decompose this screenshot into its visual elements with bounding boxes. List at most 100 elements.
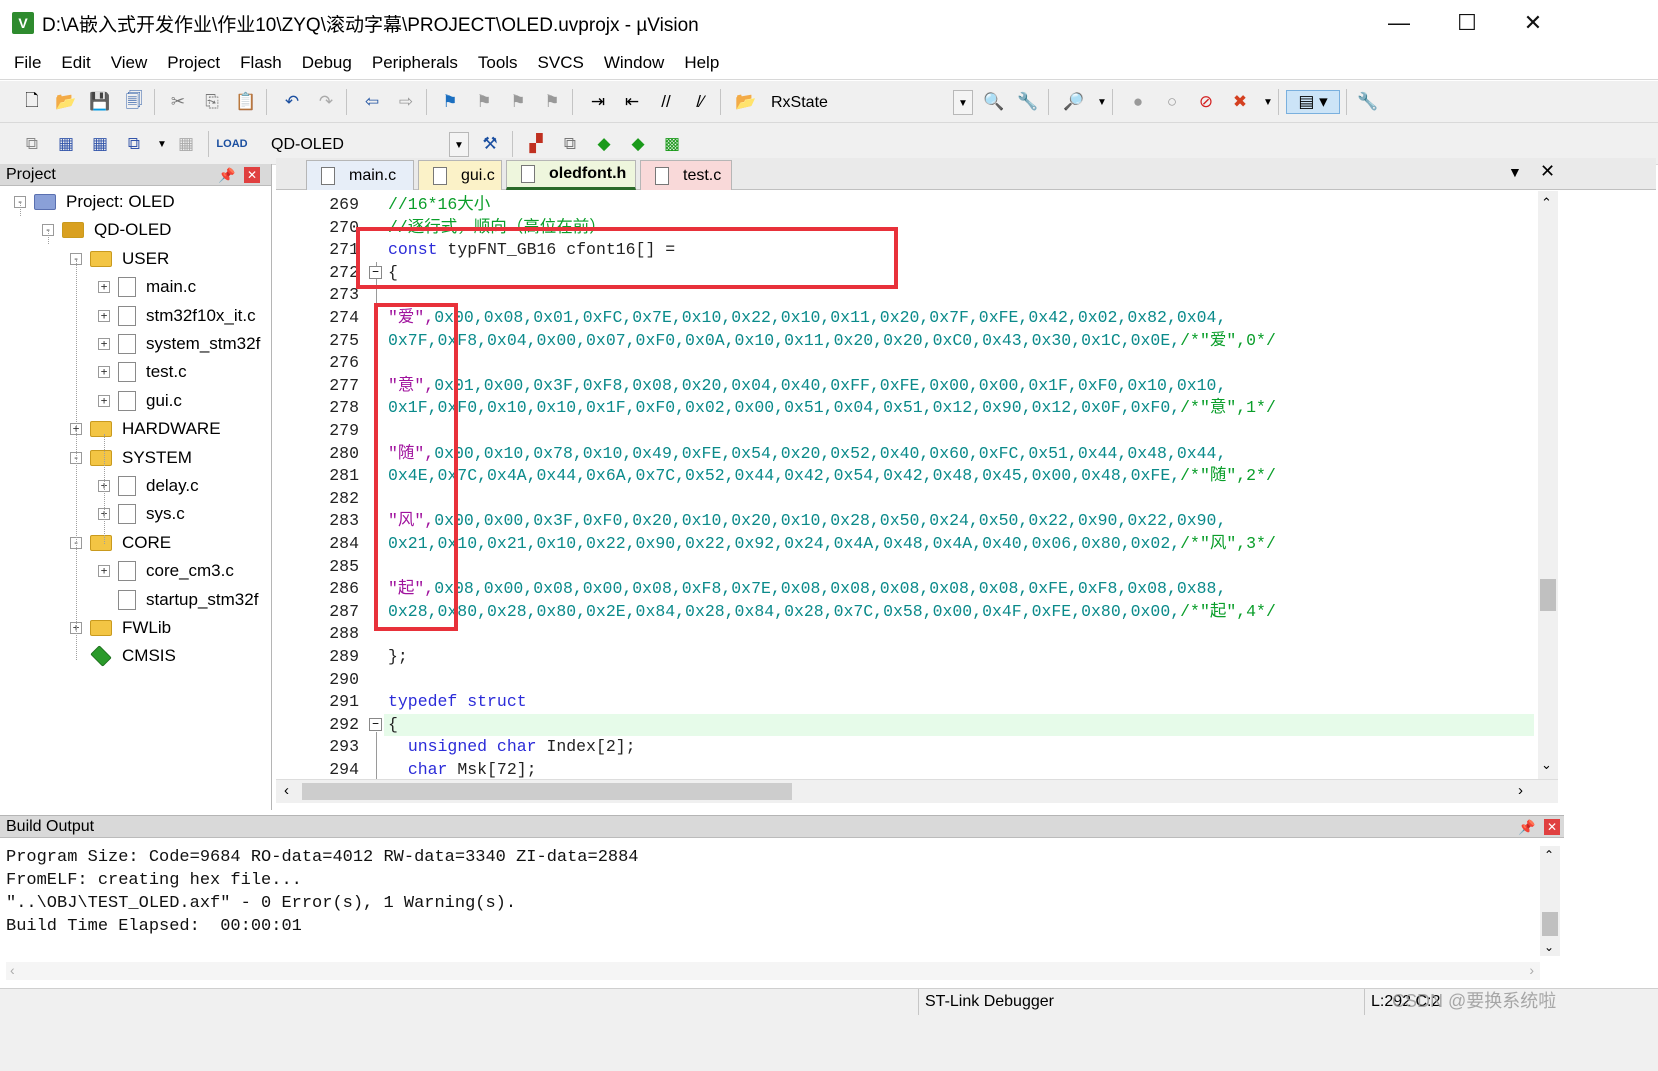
expand-icon[interactable]: + xyxy=(98,309,110,322)
redo-icon[interactable]: ↷ xyxy=(314,90,338,114)
batch-build-icon[interactable]: ⧉ xyxy=(122,132,146,156)
build-icon[interactable]: ▦ xyxy=(54,132,78,156)
incremental-find-icon[interactable]: 🔧 xyxy=(1016,90,1040,114)
tree-item-main-c[interactable]: + main.c xyxy=(98,273,196,301)
kill-breakpoints-icon[interactable]: ✖ xyxy=(1228,90,1252,114)
scroll-down-icon[interactable]: ⌄ xyxy=(1544,940,1554,954)
download-icon[interactable]: LOAD xyxy=(216,132,247,156)
code-line[interactable]: //16*16大小 xyxy=(388,194,490,217)
tree-item-system-stm32f[interactable]: + system_stm32f xyxy=(98,330,260,358)
tree-item-startup-stm32f[interactable]: startup_stm32f xyxy=(98,586,258,614)
chevron-down-icon[interactable]: ▼ xyxy=(1090,90,1114,114)
menu-window[interactable]: Window xyxy=(594,53,674,73)
tree-item-core-cm3-c[interactable]: + core_cm3.c xyxy=(98,557,234,585)
open-file-icon[interactable]: 📂 xyxy=(54,90,78,114)
comment-icon[interactable]: // xyxy=(654,90,678,114)
code-line[interactable]: unsigned char Index[2]; xyxy=(388,736,636,759)
new-file-icon[interactable]: 🗋 xyxy=(20,90,44,114)
next-bookmark-icon[interactable]: ⚑ xyxy=(506,90,530,114)
expand-icon[interactable]: + xyxy=(98,394,110,407)
tree-item-delay-c[interactable]: + delay.c xyxy=(98,472,199,500)
navigate-forward-icon[interactable]: ⇨ xyxy=(394,90,418,114)
close-icon[interactable]: ✕ xyxy=(244,167,260,183)
select-packs-icon[interactable]: ⧉ xyxy=(558,132,582,156)
code-line[interactable]: "风",0x00,0x00,0x3F,0xF0,0x20,0x10,0x20,0… xyxy=(388,510,1226,533)
pin-icon[interactable]: 📌 xyxy=(218,164,235,186)
scroll-thumb[interactable] xyxy=(1540,579,1556,611)
chevron-down-icon[interactable]: ▼ xyxy=(150,132,174,156)
tree-item-user[interactable]: - USER xyxy=(70,245,169,273)
editor-vertical-scrollbar[interactable]: ⌃ ⌄ xyxy=(1538,191,1558,779)
menu-view[interactable]: View xyxy=(101,53,158,73)
scroll-left-icon[interactable]: ‹ xyxy=(284,782,289,799)
chevron-down-icon[interactable]: ▼ xyxy=(1508,164,1522,180)
code-line[interactable]: { xyxy=(388,714,398,737)
menu-peripherals[interactable]: Peripherals xyxy=(362,53,468,73)
prev-bookmark-icon[interactable]: ⚑ xyxy=(472,90,496,114)
translate-icon[interactable]: ⧉ xyxy=(20,132,44,156)
indent-icon[interactable]: ⇥ xyxy=(586,90,610,114)
expand-icon[interactable]: + xyxy=(98,366,110,379)
code-editor[interactable]: 269 270 271 272 273 274 275 276 277 278 279 280 281 2… xyxy=(276,191,1538,779)
code-line[interactable]: "爱",0x00,0x08,0x01,0xFC,0x7E,0x10,0x22,0… xyxy=(388,307,1226,330)
tab-gui-c[interactable]: gui.c xyxy=(418,160,502,190)
tab-main-c[interactable]: main.c xyxy=(306,160,414,190)
scroll-up-icon[interactable]: ⌃ xyxy=(1544,848,1554,862)
navigate-back-icon[interactable]: ⇦ xyxy=(360,90,384,114)
disable-breakpoints-icon[interactable]: ⊘ xyxy=(1194,90,1218,114)
unindent-icon[interactable]: ⇤ xyxy=(620,90,644,114)
menu-tools[interactable]: Tools xyxy=(468,53,528,73)
pack-installer-2-icon[interactable]: ▩ xyxy=(660,132,684,156)
menu-svcs[interactable]: SVCS xyxy=(528,53,594,73)
debug-session-icon[interactable]: 🔎 xyxy=(1062,90,1086,114)
tree-item-fwlib[interactable]: + FWLib xyxy=(70,614,171,642)
menu-edit[interactable]: Edit xyxy=(51,53,100,73)
manage-rte-icon[interactable]: ◆ xyxy=(592,132,616,156)
editor-horizontal-scrollbar[interactable]: ‹ › xyxy=(276,779,1558,803)
maximize-button[interactable]: ☐ xyxy=(1434,0,1500,46)
bookmark-icon[interactable]: ⚑ xyxy=(438,90,462,114)
save-all-icon[interactable]: 🗐 xyxy=(122,90,146,114)
stop-build-icon[interactable]: ▦ xyxy=(174,132,198,156)
close-editor-icon[interactable]: ✕ xyxy=(1540,161,1555,182)
close-icon[interactable]: ✕ xyxy=(1544,819,1560,835)
uncomment-icon[interactable]: /⁄ xyxy=(688,90,712,114)
menu-help[interactable]: Help xyxy=(674,53,729,73)
close-window-button[interactable]: ✕ xyxy=(1500,0,1566,46)
cut-icon[interactable]: ✂ xyxy=(166,90,190,114)
menu-debug[interactable]: Debug xyxy=(292,53,362,73)
save-icon[interactable]: 💾 xyxy=(88,90,112,114)
tree-item-cmsis[interactable]: CMSIS xyxy=(70,642,176,670)
code-line[interactable]: 0x7F,0xF8,0x04,0x00,0x07,0xF0,0x0A,0x10,… xyxy=(388,330,1276,353)
clear-bookmarks-icon[interactable]: ⚑ xyxy=(540,90,564,114)
code-line[interactable]: typedef struct xyxy=(388,691,527,714)
scroll-thumb[interactable] xyxy=(302,783,792,800)
find-combo[interactable]: RxState ▼ xyxy=(762,89,974,116)
expand-icon[interactable]: + xyxy=(98,565,110,578)
scroll-thumb[interactable] xyxy=(1542,912,1558,936)
code-line[interactable]: 0x1F,0xF0,0x10,0x10,0x1F,0xF0,0x02,0x00,… xyxy=(388,397,1276,420)
scroll-down-icon[interactable]: ⌄ xyxy=(1541,757,1552,773)
code-line[interactable]: 0x28,0x80,0x28,0x80,0x2E,0x84,0x28,0x84,… xyxy=(388,601,1276,624)
chevron-down-icon[interactable]: ▼ xyxy=(1256,90,1280,114)
window-layout-icon[interactable]: ▤ ▾ xyxy=(1286,90,1340,114)
code-line[interactable]: 0x4E,0x7C,0x4A,0x44,0x6A,0x7C,0x52,0x44,… xyxy=(388,465,1276,488)
menu-project[interactable]: Project xyxy=(157,53,230,73)
enable-breakpoint-icon[interactable]: ○ xyxy=(1160,90,1184,114)
chevron-down-icon[interactable]: ▼ xyxy=(449,132,469,157)
menu-flash[interactable]: Flash xyxy=(230,53,292,73)
build-output-hscroll[interactable]: ‹ › xyxy=(6,962,1540,980)
tree-item-stm32f10x-it-c[interactable]: + stm32f10x_it.c xyxy=(98,302,256,330)
expand-icon[interactable]: + xyxy=(98,338,110,350)
chevron-down-icon[interactable]: ▼ xyxy=(953,90,973,115)
menu-file[interactable]: File xyxy=(4,53,51,73)
pin-icon[interactable]: 📌 xyxy=(1518,816,1535,838)
code-line[interactable]: 0x21,0x10,0x21,0x10,0x22,0x90,0x22,0x92,… xyxy=(388,533,1276,556)
options-for-target-icon[interactable]: ⚒ xyxy=(478,132,502,156)
pack-installer-icon[interactable]: ◆ xyxy=(626,132,650,156)
tree-item-project-oled[interactable]: - Project: OLED xyxy=(14,188,175,216)
tree-item-core[interactable]: - CORE xyxy=(70,529,171,557)
tree-item-hardware[interactable]: + HARDWARE xyxy=(70,415,221,443)
code-line[interactable]: }; xyxy=(388,646,408,669)
find-in-files-icon[interactable]: 📂 xyxy=(734,90,758,114)
